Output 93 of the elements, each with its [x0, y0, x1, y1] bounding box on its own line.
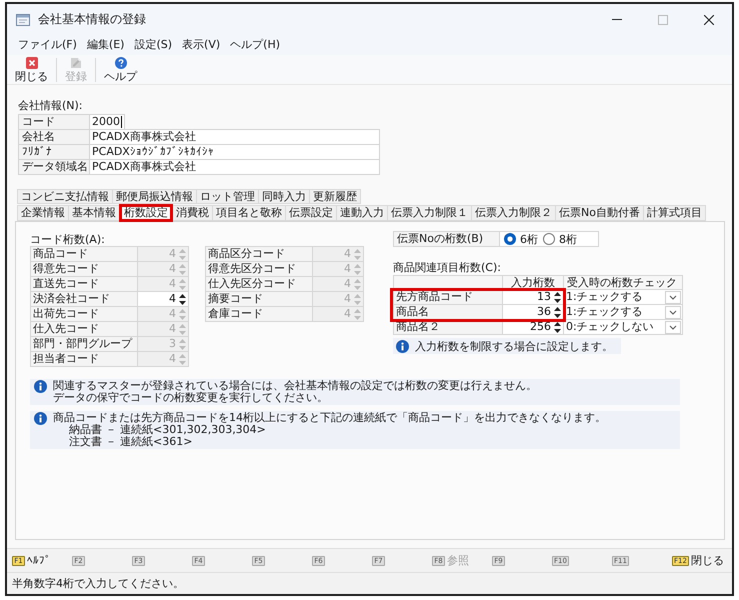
text-field[interactable]: PCADX商事株式会社 — [89, 129, 380, 145]
chevron-down-icon — [665, 290, 681, 304]
spin-arrows-icon — [179, 338, 186, 350]
radio-button[interactable]: 6桁 — [504, 232, 538, 246]
help-button[interactable]: ヘルプ — [101, 56, 140, 84]
menu-item[interactable]: 編集(E) — [82, 36, 130, 54]
field-label: 商品名 — [393, 304, 503, 320]
dropdown[interactable]: 1:チェックする — [563, 304, 683, 320]
note-text: 関連するマスターが登録されている場合には、会社基本情報の設定では桁数の変更は行えません。 — [53, 380, 537, 392]
field-label: 担当者コード — [30, 351, 138, 367]
maximize-icon — [658, 14, 668, 24]
field-label: データ領域名 — [18, 159, 90, 175]
tab[interactable]: 計算式項目 — [642, 205, 706, 221]
spin-arrows-icon — [179, 308, 186, 320]
document-icon — [70, 56, 82, 68]
tab[interactable]: 更新履歴 — [309, 189, 361, 204]
tab[interactable]: 伝票入力制限１ — [387, 205, 472, 221]
dropdown[interactable]: 1:チェックする — [563, 289, 683, 305]
digit-spinner[interactable]: 4 — [137, 291, 189, 307]
tab[interactable]: 郵便局振込情報 — [112, 189, 197, 204]
hint-text: 入力桁数を制限する場合に設定します。 — [415, 338, 613, 354]
section-label: 会社情報(N): — [18, 99, 84, 114]
tab[interactable]: 企業情報 — [17, 205, 69, 221]
info-icon — [34, 380, 47, 393]
tab[interactable]: コンビニ支払情報 — [17, 189, 113, 204]
spin-arrows-icon — [179, 248, 186, 260]
tab[interactable]: 消費税 — [172, 205, 213, 221]
menu-item[interactable]: ヘルプ(H) — [225, 36, 286, 54]
info-icon — [396, 340, 409, 352]
text-field[interactable]: 2000 — [89, 114, 125, 130]
text-field[interactable]: PCADXｼｮｳｼﾞｶﾌﾞｼｷｶｲｼｬ — [89, 144, 380, 160]
spin-arrows-icon — [354, 248, 361, 260]
spin-arrows-icon — [354, 278, 361, 290]
field-label: 商品コード — [30, 246, 138, 262]
field-label: 商品区分コード — [205, 246, 313, 262]
section-label: コード桁数(A): — [30, 233, 106, 247]
info-icon — [34, 412, 47, 425]
field-label: 得意先区分コード — [205, 261, 313, 277]
text-field[interactable]: PCADX商事株式会社 — [89, 159, 380, 175]
chevron-down-icon — [665, 306, 681, 318]
window-icon — [16, 14, 30, 26]
note-text: データの保守でコードの桁数変更を実行してください。 — [53, 392, 328, 404]
tab[interactable]: 同時入力 — [258, 189, 310, 204]
tab[interactable]: 基本情報 — [68, 205, 120, 221]
field-label: 決済会社コード — [30, 291, 138, 307]
tab[interactable]: 伝票入力制限２ — [471, 205, 556, 221]
field-label: ﾌﾘｶﾞﾅ — [18, 144, 90, 160]
field-label: 仕入先区分コード — [205, 276, 313, 292]
note-line: 納品書 － 連続紙<301,302,303,304> — [68, 424, 266, 436]
field-label: 部門・部門グループ — [30, 336, 138, 352]
field-label: 摘要コード — [205, 291, 313, 307]
spin-arrows-icon — [354, 294, 361, 304]
menu-item[interactable]: ファイル(F) — [13, 36, 82, 54]
close-icon — [704, 14, 714, 24]
spin-arrows-icon — [354, 264, 361, 274]
window-title: 会社基本情報の登録 — [38, 11, 146, 28]
note-line: 注文書 － 連続紙<361> — [68, 436, 192, 448]
spin-arrows-icon — [179, 294, 186, 304]
tab[interactable]: 伝票設定 — [285, 205, 337, 221]
close-button[interactable]: 閉じる — [12, 56, 51, 84]
spin-arrows-icon — [179, 324, 186, 334]
field-label: コード — [18, 114, 90, 130]
menu-item[interactable]: 表示(V) — [177, 36, 226, 54]
section-label: 商品関連項目桁数(C): — [393, 261, 502, 275]
menu-item[interactable]: 設定(S) — [129, 36, 178, 54]
tab[interactable]: 伝票No自動付番 — [555, 205, 644, 221]
status-text: 半角数字4桁で入力してください。 — [12, 576, 184, 591]
spin-arrows-icon — [554, 306, 561, 318]
field-label: 仕入先コード — [30, 321, 138, 337]
spin-arrows-icon — [354, 308, 361, 320]
spin-arrows-icon — [554, 292, 561, 302]
minimize-icon — [612, 19, 622, 20]
tab[interactable]: ロット管理 — [196, 189, 259, 204]
chevron-down-icon — [665, 320, 681, 334]
field-label: 出荷先コード — [30, 306, 138, 322]
field-label: 会社名 — [18, 129, 90, 145]
spin-arrows-icon — [554, 322, 561, 332]
radio-button[interactable]: 8桁 — [543, 232, 577, 246]
note-text: 商品コードまたは先方商品コードを14桁以上にすると下記の連続紙で「商品コード」を出力できなくなります。 — [53, 412, 606, 424]
spin-arrows-icon — [179, 264, 186, 274]
column-header: 受入時の桁数チェック — [563, 275, 683, 290]
tab[interactable]: 連動入力 — [336, 205, 388, 221]
tab[interactable]: 項目名と敬称 — [212, 205, 286, 221]
spin-arrows-icon — [179, 354, 186, 364]
field-label: 直送先コード — [30, 276, 138, 292]
field-label: 得意先コード — [30, 261, 138, 277]
text-cursor — [121, 116, 122, 128]
dropdown[interactable]: 0:チェックしない — [563, 319, 683, 335]
spin-arrows-icon — [179, 278, 186, 290]
field-label: 倉庫コード — [205, 306, 313, 322]
field-label: 伝票Noの桁数(B) — [393, 231, 500, 247]
tab[interactable]: 桁数設定 — [119, 204, 173, 222]
digit-spinner[interactable]: 36 — [502, 304, 564, 320]
